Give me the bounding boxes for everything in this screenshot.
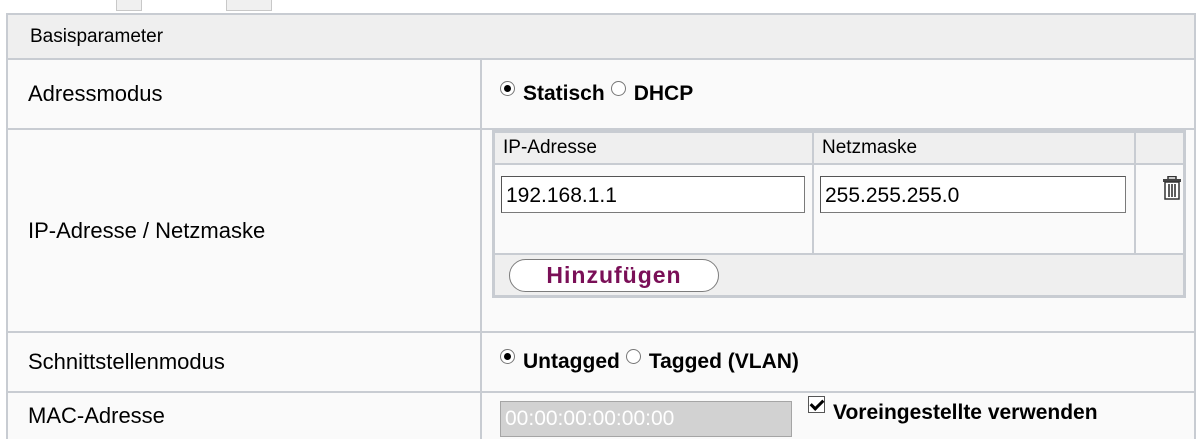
mac-label: MAC-Adresse xyxy=(8,393,480,439)
netmask-input[interactable]: 255.255.255.0 xyxy=(820,176,1126,213)
tab-stub[interactable] xyxy=(116,0,142,11)
ip-cell: 192.168.1.1 xyxy=(495,165,812,253)
col-header-netmask: Netzmaske xyxy=(814,133,1134,163)
radio-static[interactable]: Statisch xyxy=(500,80,605,106)
use-default-label: Voreingestellte verwenden xyxy=(833,401,1098,424)
ip-netmask-label: IP-Adresse / Netzmaske xyxy=(8,130,480,331)
add-button[interactable]: Hinzufügen xyxy=(509,259,719,292)
address-mode-field: Statisch DHCP xyxy=(482,60,1194,128)
tab-stub[interactable] xyxy=(226,0,272,11)
use-default-checkbox[interactable] xyxy=(808,396,825,413)
radio-tagged-button[interactable] xyxy=(625,348,641,364)
radio-dhcp[interactable]: DHCP xyxy=(610,80,694,106)
radio-static-label: Statisch xyxy=(523,82,605,105)
col-header-action xyxy=(1136,133,1183,163)
radio-static-button[interactable] xyxy=(500,80,515,96)
ip-address-input[interactable]: 192.168.1.1 xyxy=(501,176,805,213)
radio-dhcp-button[interactable] xyxy=(610,80,626,96)
radio-tagged-label: Tagged (VLAN) xyxy=(648,350,799,373)
netmask-cell: 255.255.255.0 xyxy=(814,165,1134,253)
radio-untagged-button[interactable] xyxy=(500,348,515,364)
radio-tagged[interactable]: Tagged (VLAN) xyxy=(625,348,799,374)
interface-mode-field: Untagged Tagged (VLAN) xyxy=(482,333,1194,391)
address-mode-label: Adressmodus xyxy=(8,60,480,128)
ip-table-footer: Hinzufügen xyxy=(495,255,1183,295)
mac-input[interactable]: 00:00:00:00:00:00 xyxy=(500,401,792,437)
section-header: Basisparameter xyxy=(8,15,1194,58)
interface-mode-label: Schnittstellenmodus xyxy=(8,333,480,391)
top-tab-strip xyxy=(0,0,1201,12)
col-header-ip: IP-Adresse xyxy=(495,133,812,163)
radio-untagged[interactable]: Untagged xyxy=(500,348,620,374)
trash-icon[interactable] xyxy=(1162,176,1182,200)
radio-untagged-label: Untagged xyxy=(523,350,620,373)
mac-field: 00:00:00:00:00:00 Voreingestellte verwen… xyxy=(482,393,1194,439)
radio-dhcp-label: DHCP xyxy=(633,82,694,105)
ip-netmask-table: IP-Adresse Netzmaske 192.168.1.1 255.255… xyxy=(492,130,1186,298)
